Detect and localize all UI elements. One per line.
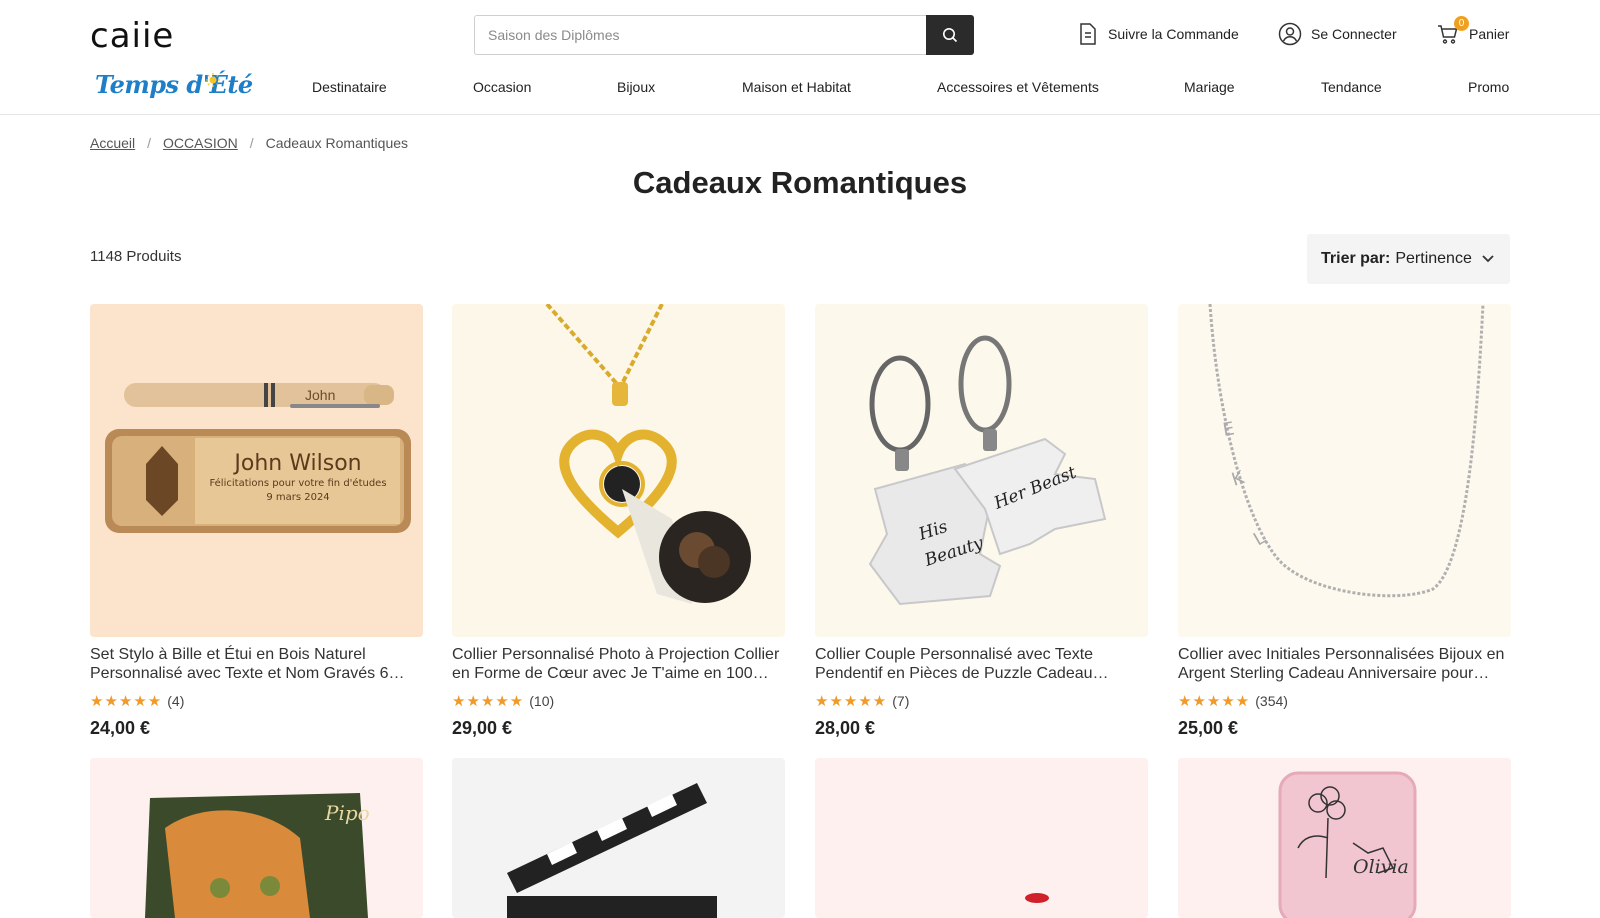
login-label: Se Connecter: [1311, 26, 1397, 42]
svg-text:L: L: [1250, 527, 1269, 550]
box-engraving-line1: Félicitations pour votre fin d'études: [209, 477, 386, 489]
product-card[interactable]: John John Wilson Félicitations pour votr…: [90, 304, 423, 739]
product-price: 28,00 €: [815, 718, 876, 738]
search-button[interactable]: [926, 15, 974, 55]
site-logo[interactable]: caiie: [90, 16, 174, 56]
page-title: Cadeaux Romantiques: [632, 165, 968, 200]
nav-occasion[interactable]: Occasion: [473, 79, 531, 95]
nav-accessoires-vetements[interactable]: Accessoires et Vêtements: [937, 79, 1099, 95]
user-icon: [1278, 22, 1302, 46]
search-input[interactable]: [474, 15, 926, 55]
rating-stars: ★★★★★: [1178, 693, 1251, 710]
sort-value: Pertinence: [1395, 250, 1472, 267]
product-price: 25,00 €: [1178, 718, 1239, 738]
product-count: 1148 Produits: [90, 248, 182, 265]
document-icon: [1080, 23, 1096, 45]
review-count: (7): [892, 693, 910, 709]
nav-tendance[interactable]: Tendance: [1321, 79, 1382, 95]
product-rating: ★★★★★ (4): [90, 692, 423, 710]
product-name[interactable]: Collier avec Initiales Personnalisées Bi…: [1178, 645, 1511, 683]
login-link[interactable]: Se Connecter: [1278, 22, 1397, 46]
product-image-puzzle-keychain[interactable]: His Beauty Her Beast: [815, 304, 1148, 637]
product-price: 29,00 €: [452, 718, 513, 738]
product-card[interactable]: His Beauty Her Beast Collier Couple Pers…: [815, 304, 1148, 739]
rating-stars: ★★★★★: [815, 693, 888, 710]
box-engraving-name: John Wilson: [232, 451, 361, 476]
product-name[interactable]: Collier Personnalisé Photo à Projection …: [452, 645, 785, 683]
cart-count-badge: 0: [1454, 16, 1469, 31]
review-count: (354): [1255, 693, 1288, 709]
search-icon: [943, 28, 958, 43]
product-rating: ★★★★★ (7): [815, 692, 1148, 710]
site-header: caiie Suivre la Commande Se Connecter Pa…: [0, 0, 1600, 115]
sort-dropdown[interactable]: Trier par: Pertinence: [1307, 234, 1510, 284]
product-image-initials-necklace[interactable]: E K L: [1178, 304, 1511, 637]
product-image-clapperboard[interactable]: [452, 758, 785, 918]
search-bar: [474, 15, 974, 55]
product-card[interactable]: Collier Personnalisé Photo à Projection …: [452, 304, 785, 739]
product-image-pen-set[interactable]: John John Wilson Félicitations pour votr…: [90, 304, 423, 637]
product-rating: ★★★★★ (10): [452, 692, 785, 710]
product-image-cat-slate[interactable]: Pipo: [90, 758, 423, 918]
rating-stars: ★★★★★: [452, 693, 525, 710]
product-image-red-item[interactable]: [815, 758, 1148, 918]
box-engraving-name: Olivia: [1353, 856, 1409, 878]
product-name[interactable]: Collier Couple Personnalisé avec Texte P…: [815, 645, 1148, 683]
nav-bijoux[interactable]: Bijoux: [617, 79, 655, 95]
svg-text:K: K: [1229, 467, 1248, 491]
product-image-jewelry-box[interactable]: Olivia: [1178, 758, 1511, 918]
review-count: (10): [529, 693, 555, 709]
breadcrumb-occasion[interactable]: OCCASION: [163, 135, 238, 151]
nav-mariage[interactable]: Mariage: [1184, 79, 1235, 95]
product-image-heart-necklace[interactable]: [452, 304, 785, 637]
product-price: 24,00 €: [90, 718, 151, 738]
sort-label: Trier par:: [1321, 250, 1391, 267]
cart-label: Panier: [1469, 26, 1510, 42]
rating-stars: ★★★★★: [90, 693, 163, 710]
nav-destinataire[interactable]: Destinataire: [312, 79, 387, 95]
breadcrumb: Accueil / OCCASION / Cadeaux Romantiques: [90, 135, 409, 151]
track-order-link[interactable]: Suivre la Commande: [1077, 22, 1239, 46]
svg-text:E: E: [1221, 418, 1236, 441]
nav-maison-habitat[interactable]: Maison et Habitat: [742, 79, 851, 95]
product-name[interactable]: Set Stylo à Bille et Étui en Bois Nature…: [90, 645, 423, 683]
breadcrumb-home[interactable]: Accueil: [90, 135, 135, 151]
sun-icon: [206, 73, 220, 87]
nav-promo[interactable]: Promo: [1468, 79, 1509, 95]
cart-link[interactable]: Panier: [1436, 22, 1509, 46]
product-rating: ★★★★★ (354): [1178, 692, 1511, 710]
track-order-label: Suivre la Commande: [1108, 26, 1239, 42]
chevron-down-icon: [1482, 255, 1494, 263]
pen-engraving: John: [305, 387, 335, 403]
slate-engraving: Pipo: [324, 801, 370, 825]
box-engraving-line2: 9 mars 2024: [266, 492, 329, 503]
product-card[interactable]: E K L Collier avec Initiales Personnalis…: [1178, 304, 1511, 739]
breadcrumb-current: Cadeaux Romantiques: [265, 135, 409, 151]
promo-logo[interactable]: Temps d'Été: [95, 70, 253, 99]
review-count: (4): [167, 693, 185, 709]
